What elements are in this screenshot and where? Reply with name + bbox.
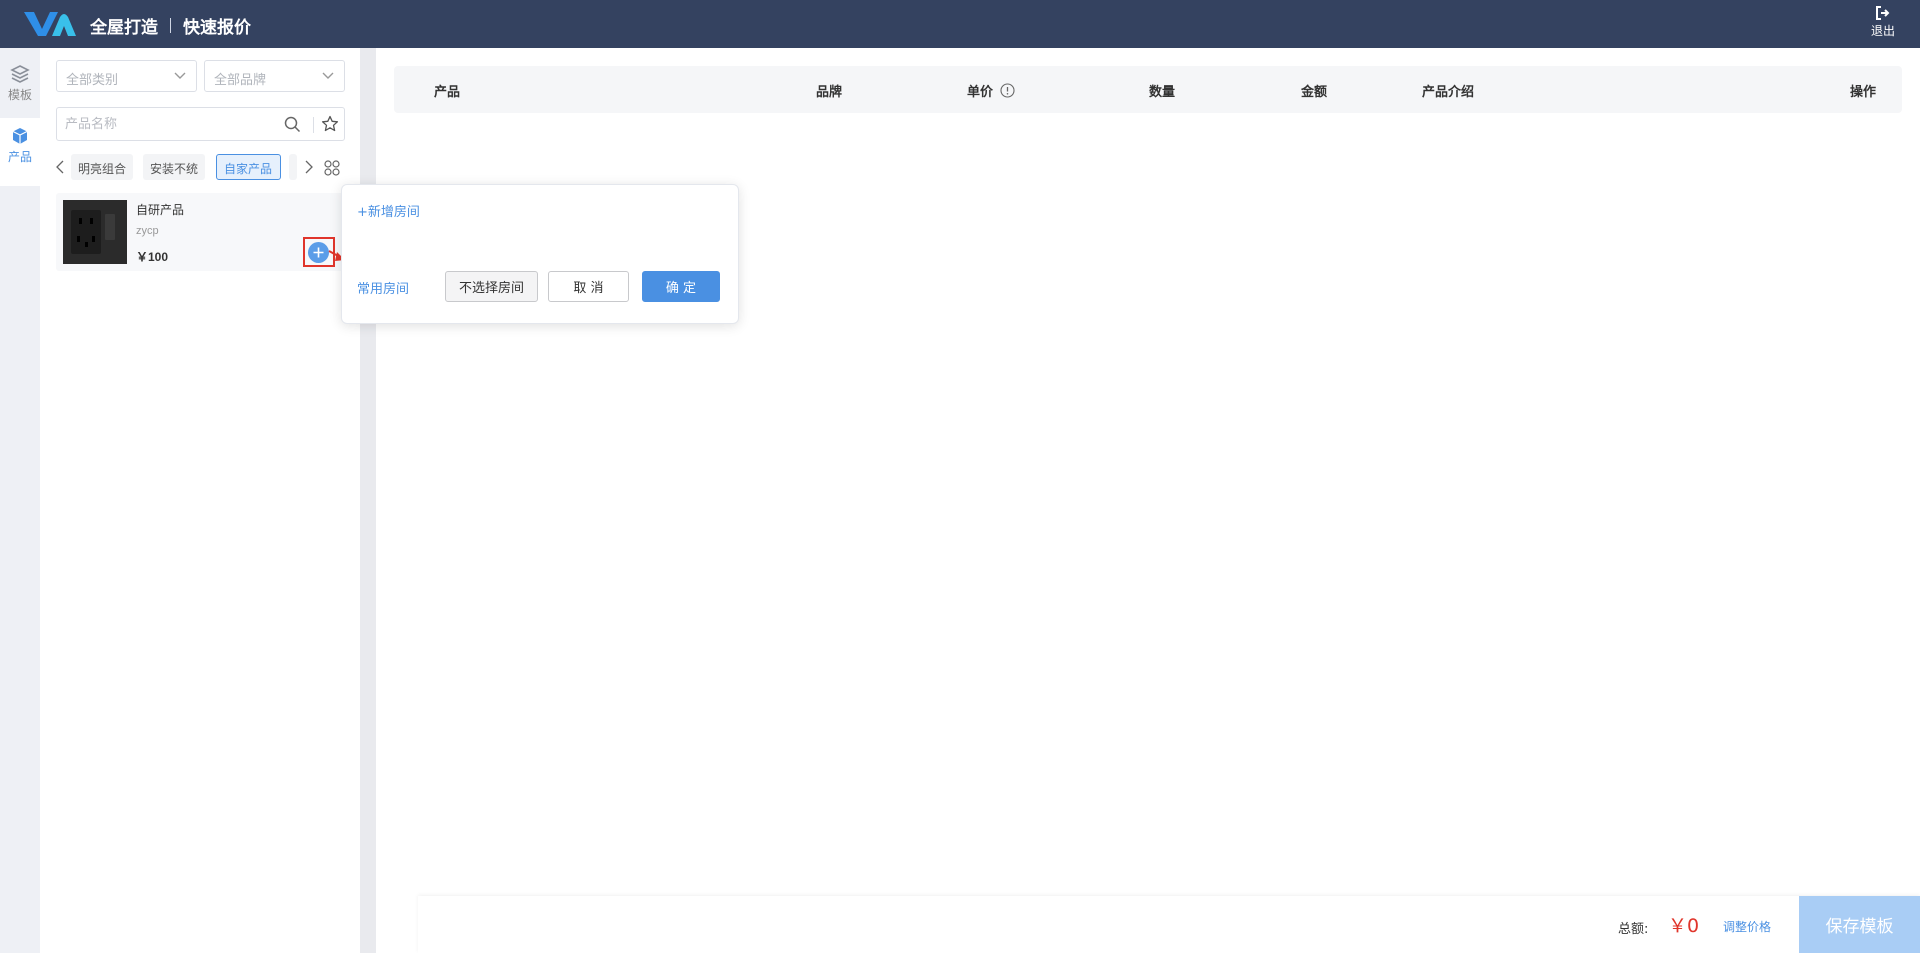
logout-label: 退出: [1870, 24, 1895, 38]
total-value: ￥0: [1668, 915, 1700, 937]
logout-icon: [1876, 6, 1890, 20]
save-template-button[interactable]: 保存模板: [1799, 896, 1920, 953]
page-title: 全屋打造 快速报价: [90, 13, 251, 38]
col-unit-price-label: 单价: [967, 85, 994, 100]
left-rail: 模板 产品: [0, 48, 40, 953]
search-divider: [313, 117, 314, 133]
chevron-left-icon[interactable]: [56, 160, 64, 174]
add-room-link[interactable]: +新增房间: [357, 201, 420, 220]
col-quantity: 数量: [1149, 85, 1176, 100]
room-select-popover: +新增房间 常用房间 不选择房间 取 消 确 定: [341, 184, 739, 324]
grid-icon: [324, 160, 340, 176]
app-header: 全屋打造 快速报价 退出: [0, 0, 1920, 48]
quote-footer: 总额: ￥0 调整价格 保存模板: [418, 896, 1920, 953]
adjust-price-link[interactable]: 调整价格: [1723, 918, 1771, 935]
product-image: [63, 200, 127, 264]
col-intro: 产品介绍: [1422, 85, 1475, 100]
total-label: 总额:: [1618, 922, 1649, 937]
layers-icon: [10, 65, 30, 83]
brand-select-value: 全部品牌: [214, 73, 267, 88]
tab-install[interactable]: 安装不统: [143, 154, 205, 180]
chevron-down-icon: [174, 72, 186, 79]
col-unit-price: 单价: [967, 81, 1015, 100]
tab-own-products[interactable]: 自家产品: [216, 154, 281, 180]
grid-view-button[interactable]: [324, 160, 340, 181]
common-rooms-link[interactable]: 常用房间: [357, 278, 409, 297]
category-select[interactable]: 全部类别: [56, 60, 197, 92]
product-search-input[interactable]: [65, 114, 265, 134]
category-tabs: 明亮组合 安装不统 自家产品: [56, 154, 356, 182]
brand-select[interactable]: 全部品牌: [204, 60, 345, 92]
confirm-button[interactable]: 确 定: [642, 271, 720, 302]
brand-logo: [24, 12, 76, 36]
chevron-down-icon: [322, 72, 334, 79]
col-product: 产品: [434, 85, 461, 100]
search-icon: [284, 116, 301, 133]
product-panel: 全部类别 全部品牌 明亮组合 安装不统 自家产品: [40, 48, 360, 953]
col-brand: 品牌: [816, 85, 843, 100]
tab-bright-combo[interactable]: 明亮组合: [71, 154, 133, 180]
rail-item-products[interactable]: 产品: [0, 118, 40, 186]
rail-item-models[interactable]: 模板: [0, 56, 40, 116]
add-product-button[interactable]: [308, 242, 329, 263]
quote-table-header: 产品 品牌 单价 数量 金额 产品介绍 操作: [394, 66, 1902, 113]
cancel-button[interactable]: 取 消: [548, 271, 629, 302]
cube-icon: [12, 128, 28, 144]
product-search-box: [56, 107, 345, 141]
chevron-right-icon[interactable]: [305, 160, 313, 174]
favorite-button[interactable]: [321, 115, 339, 138]
info-icon[interactable]: [1000, 83, 1015, 98]
rail-models-label: 模板: [7, 88, 32, 102]
product-price: ￥100: [136, 250, 169, 264]
product-code: zycp: [136, 225, 159, 237]
title-main: 全屋打造: [90, 18, 158, 38]
rail-products-label: 产品: [7, 150, 32, 164]
logout-button[interactable]: 退出: [1866, 6, 1900, 39]
title-sub: 快速报价: [183, 18, 251, 38]
search-button[interactable]: [284, 116, 301, 138]
title-divider: [170, 18, 171, 33]
product-name: 自研产品: [136, 203, 185, 217]
star-icon: [321, 115, 339, 132]
tab-overflow[interactable]: [289, 154, 297, 180]
no-room-button[interactable]: 不选择房间: [445, 271, 538, 302]
col-amount: 金额: [1301, 85, 1328, 100]
col-actions: 操作: [1850, 85, 1877, 100]
category-select-value: 全部类别: [66, 73, 119, 88]
socket-icon: [63, 200, 127, 264]
product-card[interactable]: 自研产品 zycp ￥100: [56, 193, 346, 271]
plus-icon: [313, 247, 324, 258]
